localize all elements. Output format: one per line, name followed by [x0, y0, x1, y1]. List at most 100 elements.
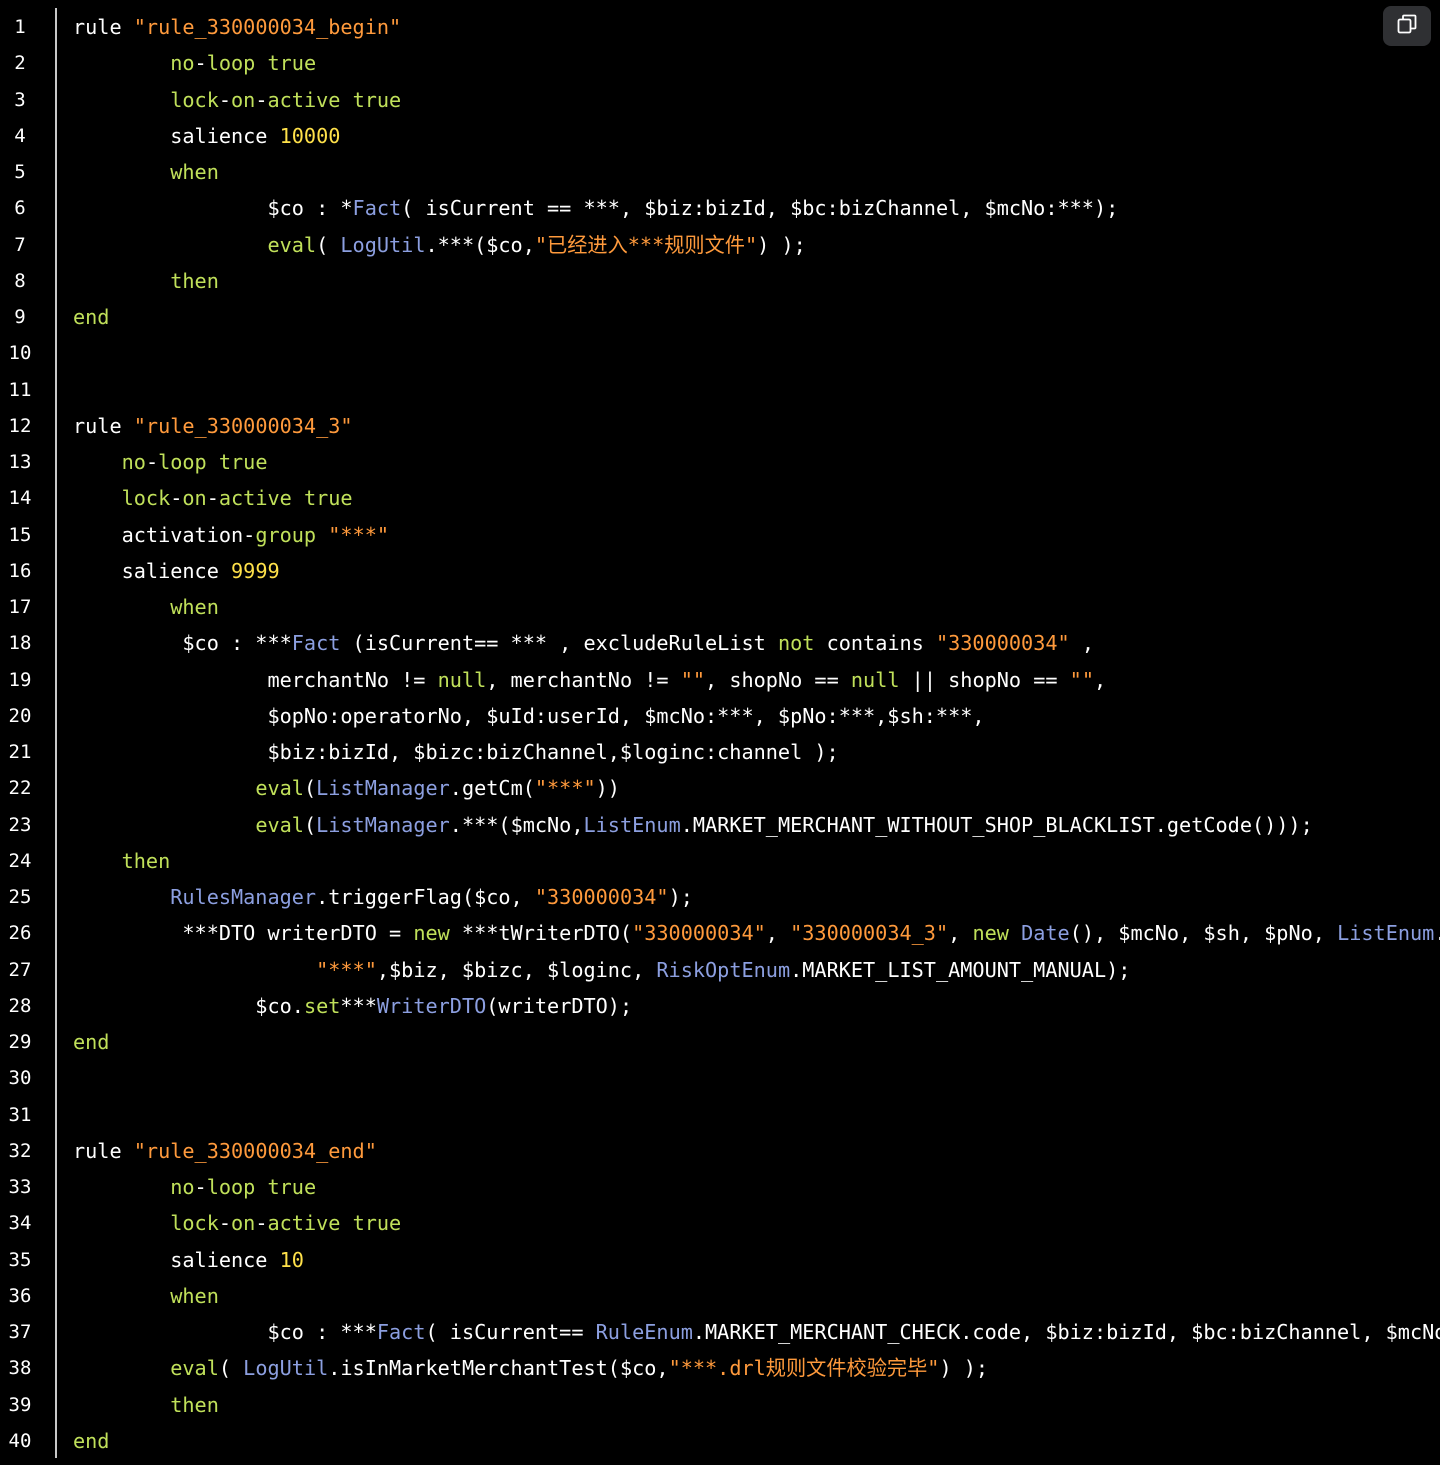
- code-token: true: [218, 450, 268, 474]
- line-number: 20: [8, 704, 32, 727]
- code-line: 28 $co.set***WriterDTO(writerDTO);: [0, 988, 1440, 1024]
- line-number: 37: [8, 1321, 32, 1343]
- line-content: when: [73, 154, 219, 190]
- code-token: "rule_330000034_3": [133, 413, 353, 438]
- line-number: 7: [14, 233, 26, 256]
- code-token: "***": [534, 776, 596, 801]
- code-line: 34 lock-on-active true: [0, 1205, 1440, 1241]
- code-line: 27 "***",$biz, $bizc, $loginc, RiskOptEn…: [0, 952, 1440, 988]
- line-content: then: [73, 843, 171, 879]
- code-token: loop: [206, 51, 256, 76]
- line-number: 36: [8, 1284, 32, 1307]
- code-token: .MARKET_: [1434, 921, 1440, 945]
- code-token: -: [170, 486, 183, 511]
- code-line: 10: [0, 335, 1440, 371]
- line-content: $co.set***WriterDTO(writerDTO);: [73, 988, 632, 1024]
- code-token: ( isCurrent == ***, $biz:bizId, $bc:bizC…: [401, 196, 1119, 221]
- code-token: ***tWriterDTO(: [449, 921, 633, 946]
- copy-button[interactable]: [1383, 6, 1431, 46]
- line-number: 22: [8, 777, 32, 800]
- code-token: ListManager: [316, 812, 450, 837]
- code-token: eval: [255, 812, 304, 837]
- code-token: LogUtil: [243, 1356, 329, 1381]
- line-content: salience 9999: [73, 553, 280, 589]
- code-token: ***DTO writerDTO =: [73, 921, 414, 946]
- code-token: true: [267, 1175, 317, 1199]
- line-number: 13: [8, 451, 32, 473]
- line-content: end: [73, 299, 109, 335]
- line-content: $co : ***Fact( isCurrent== RuleEnum.MARK…: [73, 1314, 1440, 1350]
- line-number: 19: [8, 668, 32, 691]
- line-number: 24: [8, 849, 32, 872]
- code-token: on: [231, 1211, 256, 1236]
- code-line: 37 $co : ***Fact( isCurrent== RuleEnum.M…: [0, 1314, 1440, 1350]
- code-token: eval: [267, 232, 317, 257]
- line-content: lock-on-active true: [73, 82, 401, 118]
- code-token: $opNo:operatorNo, $uId:userId, $mcNo:***…: [73, 703, 985, 728]
- code-token: ListEnum: [1337, 921, 1435, 946]
- code-token: new: [972, 921, 1009, 946]
- code-token: active: [267, 1211, 341, 1236]
- code-token: end: [73, 1428, 110, 1453]
- code-token: group: [255, 522, 317, 547]
- code-token: .***($mcNo,: [449, 812, 584, 837]
- code-token: $co : ***: [73, 1320, 377, 1344]
- code-token: -: [218, 1211, 232, 1236]
- code-token: )): [595, 776, 620, 801]
- line-number: 10: [8, 342, 32, 365]
- code-token: ,$biz, $bizc, $loginc,: [376, 957, 657, 982]
- line-content: lock-on-active true: [73, 1205, 401, 1241]
- code-token: null: [437, 667, 487, 692]
- line-number: 8: [14, 269, 26, 292]
- line-number: 2: [14, 52, 26, 75]
- line-content: salience 10: [73, 1242, 304, 1278]
- code-line: 30: [0, 1060, 1440, 1096]
- line-number: 14: [8, 487, 32, 510]
- code-token: (: [316, 232, 341, 257]
- code-token: .MARKET_LIST_AMOUNT_MANUAL);: [790, 957, 1131, 982]
- line-content: eval( LogUtil.***($co,"已经进入***规则文件") );: [73, 227, 805, 263]
- code-token: "***": [316, 957, 377, 982]
- code-token: , merchantNo !=: [486, 667, 681, 692]
- code-token: true: [352, 87, 402, 112]
- code-line: 6 $co : *Fact( isCurrent == ***, $biz:bi…: [0, 190, 1440, 226]
- code-block[interactable]: 1 rule "rule_330000034_begin" 2 no-loop tr…: [0, 0, 1440, 1465]
- line-content: eval(ListManager.***($mcNo,ListEnum.MARK…: [73, 807, 1312, 843]
- code-token: .isInMarketMerchantTest($co,: [328, 1356, 669, 1381]
- code-token: (writerDTO);: [486, 993, 633, 1018]
- line-number: 15: [8, 523, 32, 546]
- code-line: 1 rule "rule_330000034_begin": [0, 9, 1440, 45]
- code-token: ***: [340, 993, 377, 1018]
- code-token: -: [145, 450, 159, 474]
- code-token: RiskOptEnum: [656, 957, 791, 982]
- code-token: RulesManager: [170, 885, 317, 909]
- line-number: 29: [8, 1031, 32, 1053]
- code-line: 17 when: [0, 589, 1440, 625]
- code-token: -: [194, 1175, 207, 1199]
- code-token: "330000034_3": [790, 921, 949, 946]
- code-token: "rule_330000034_begin": [133, 15, 402, 39]
- code-token: RuleEnum: [595, 1320, 693, 1344]
- code-line: 18 $co : ***Fact (isCurrent== *** , excl…: [0, 625, 1440, 661]
- code-token: -: [218, 87, 232, 112]
- line-number: 5: [14, 161, 26, 183]
- code-token: (isCurrent== *** , excludeRuleList: [340, 631, 778, 656]
- line-content: when: [73, 589, 219, 625]
- line-number: 32: [8, 1139, 32, 1162]
- code-token: contains: [814, 631, 936, 656]
- code-token: activation-: [73, 522, 256, 547]
- line-number: 18: [8, 632, 32, 655]
- code-token: then: [170, 268, 219, 293]
- line-number: 16: [8, 559, 32, 582]
